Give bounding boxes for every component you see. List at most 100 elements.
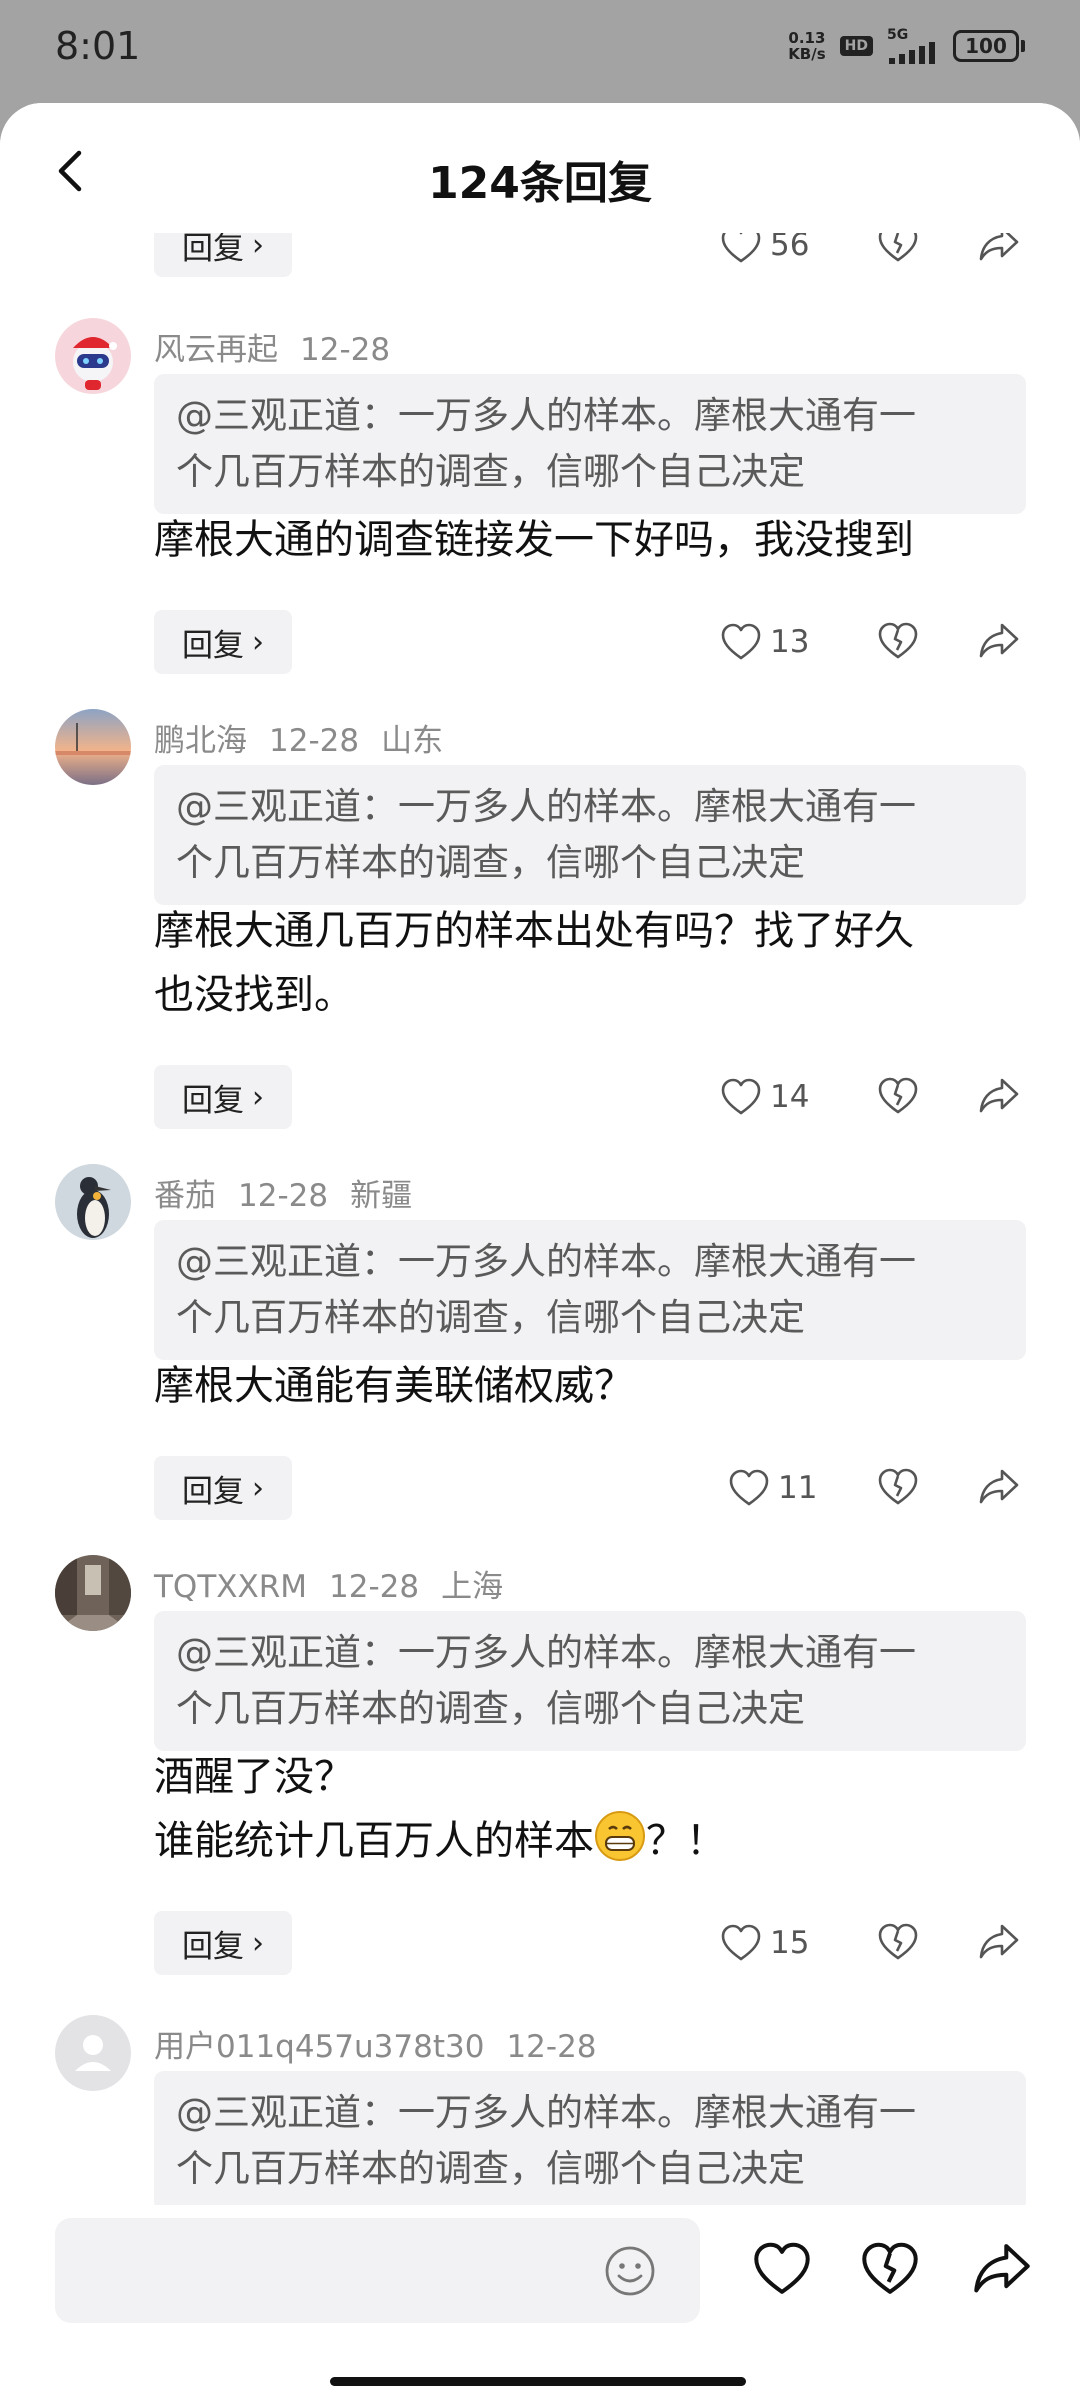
heart-icon[interactable] <box>752 2241 812 2297</box>
reply-button-label: 回复 <box>182 627 244 664</box>
bottom-action-bar <box>0 2205 1080 2400</box>
comment-location: 新疆 <box>350 1178 413 1214</box>
status-time: 8:01 <box>55 24 141 68</box>
broken-heart-icon[interactable] <box>877 1923 919 1961</box>
comment-actions: 15 <box>720 1911 1040 1975</box>
comment-text-segment: 谁能统计几百万人的样本 <box>154 1818 594 1864</box>
broken-heart-icon[interactable] <box>860 2241 920 2297</box>
heart-icon <box>729 1469 769 1506</box>
like-button[interactable]: 14 <box>720 1065 809 1129</box>
like-count: 11 <box>778 1470 818 1506</box>
like-button[interactable]: 15 <box>720 1911 809 1975</box>
quoted-comment: @三观正道：一万多人的样本。摩根大通有一 个几百万样本的调查，信哪个自己决定 <box>154 2071 1026 2211</box>
like-count: 15 <box>770 1925 810 1961</box>
like-count: 13 <box>770 624 810 660</box>
street-avatar-icon <box>55 1555 131 1631</box>
comment-meta: 用户011q457u378t30 12-28 <box>154 2021 597 2066</box>
share-icon[interactable] <box>978 622 1020 660</box>
chevron-right-icon: › <box>252 624 264 660</box>
comment-meta: TQTXXRM 12-28 上海 <box>154 1561 503 1606</box>
battery-indicator: 100 <box>953 30 1025 62</box>
quote-line: @三观正道：一万多人的样本。摩根大通有一 <box>176 1631 916 1674</box>
comment-date: 12-28 <box>269 723 360 759</box>
quoted-comment: @三观正道：一万多人的样本。摩根大通有一 个几百万样本的调查，信哪个自己决定 <box>154 1611 1026 1751</box>
page-title: 124条回复 <box>428 158 652 209</box>
comment-text: 摩根大通的调查链接发一下好吗，我没搜到 <box>154 508 1034 572</box>
penguin-avatar-icon <box>55 1164 131 1240</box>
broken-heart-icon[interactable] <box>877 1468 919 1506</box>
quote-line: 个几百万样本的调查，信哪个自己决定 <box>176 2147 805 2190</box>
comment-actions: 14 <box>720 1065 1040 1129</box>
avatar[interactable] <box>55 1164 131 1240</box>
chevron-right-icon: › <box>252 1925 264 1961</box>
quote-line: 个几百万样本的调查，信哪个自己决定 <box>176 1687 805 1730</box>
comment-meta: 番茄 12-28 新疆 <box>154 1170 412 1215</box>
comment-text-line: 酒醒了没？ <box>154 1754 354 1800</box>
emoji-picker-icon[interactable] <box>603 2244 657 2298</box>
comment-text-line: 摩根大通能有美联储权威？ <box>154 1363 634 1409</box>
like-button[interactable]: 11 <box>728 1456 817 1520</box>
quoted-comment: @三观正道：一万多人的样本。摩根大通有一 个几百万样本的调查，信哪个自己决定 <box>154 1220 1026 1360</box>
broken-heart-icon[interactable] <box>877 622 919 660</box>
robot-avatar-icon <box>55 318 131 394</box>
comment-meta: 风云再起 12-28 <box>154 324 390 369</box>
comment-text-line: 摩根大通的调查链接发一下好吗，我没搜到 <box>154 517 914 563</box>
username[interactable]: TQTXXRM <box>154 1569 307 1605</box>
heart-icon <box>721 1924 761 1961</box>
comment-text-line: 也没找到。 <box>154 972 354 1018</box>
comment-date: 12-28 <box>238 1178 329 1214</box>
share-icon[interactable] <box>978 1468 1020 1506</box>
status-bar: 8:01 0.13 KB/s HD 5G 100 <box>0 0 1080 100</box>
reply-button[interactable]: 回复 › <box>154 1065 292 1129</box>
avatar[interactable] <box>55 318 131 394</box>
status-icons: 0.13 KB/s HD 5G 100 <box>788 28 1025 64</box>
reply-button[interactable]: 回复 › <box>154 610 292 674</box>
cell-signal: 5G <box>887 28 939 64</box>
like-button[interactable]: 56 <box>720 233 809 277</box>
replies-sheet: 124条回复 回复 › 56 风云再起 12-28 @三观正道：一万多人的样本。… <box>0 103 1080 2400</box>
share-icon[interactable] <box>972 2241 1032 2297</box>
share-icon[interactable] <box>978 1077 1020 1115</box>
share-icon[interactable] <box>978 233 1020 263</box>
hd-badge: HD <box>839 36 873 56</box>
signal-bars-icon <box>889 42 935 64</box>
avatar[interactable] <box>55 709 131 785</box>
comment-actions: 13 <box>720 610 1040 674</box>
reply-button-label: 回复 <box>182 1928 244 1965</box>
comment-location: 上海 <box>441 1569 504 1605</box>
share-icon[interactable] <box>978 1923 1020 1961</box>
chevron-right-icon: › <box>252 1079 264 1115</box>
reply-button[interactable]: 回复 › <box>154 1911 292 1975</box>
quoted-comment: @三观正道：一万多人的样本。摩根大通有一 个几百万样本的调查，信哪个自己决定 <box>154 374 1026 514</box>
username[interactable]: 风云再起 <box>154 332 278 368</box>
like-count: 56 <box>770 233 810 263</box>
comment-location: 山东 <box>381 723 444 759</box>
quote-line: @三观正道：一万多人的样本。摩根大通有一 <box>176 2091 916 2134</box>
quote-line: 个几百万样本的调查，信哪个自己决定 <box>176 1296 805 1339</box>
username[interactable]: 用户011q457u378t30 <box>154 2029 484 2065</box>
broken-heart-icon[interactable] <box>877 233 919 263</box>
quote-line: 个几百万样本的调查，信哪个自己决定 <box>176 841 805 884</box>
quote-line: @三观正道：一万多人的样本。摩根大通有一 <box>176 394 916 437</box>
comment-text-line: 摩根大通几百万的样本出处有吗？找了好久 <box>154 908 914 954</box>
reply-button[interactable]: 回复 › <box>154 233 292 277</box>
avatar[interactable] <box>55 1555 131 1631</box>
chevron-right-icon: › <box>252 1470 264 1506</box>
avatar[interactable] <box>55 2015 131 2091</box>
network-speed: 0.13 KB/s <box>788 30 825 62</box>
comment-text: 摩根大通能有美联储权威？ <box>154 1354 1034 1418</box>
reply-list[interactable]: 回复 › 56 风云再起 12-28 @三观正道：一万多人的样本。摩根大通有一 … <box>0 233 1080 2308</box>
heart-icon <box>721 623 761 660</box>
broken-heart-icon[interactable] <box>877 1077 919 1115</box>
reply-button[interactable]: 回复 › <box>154 1456 292 1520</box>
username[interactable]: 番茄 <box>154 1178 216 1214</box>
comment-meta: 鹏北海 12-28 山东 <box>154 715 443 760</box>
heart-icon <box>721 1078 761 1115</box>
username[interactable]: 鹏北海 <box>154 723 247 759</box>
quote-line: @三观正道：一万多人的样本。摩根大通有一 <box>176 1240 916 1283</box>
comment-date: 12-28 <box>300 332 391 368</box>
comment-actions: 11 <box>720 1456 1040 1520</box>
comment-text: 酒醒了没？ 谁能统计几百万人的样本 ？！ <box>154 1745 1034 1873</box>
like-button[interactable]: 13 <box>720 610 809 674</box>
like-count: 14 <box>770 1079 810 1115</box>
